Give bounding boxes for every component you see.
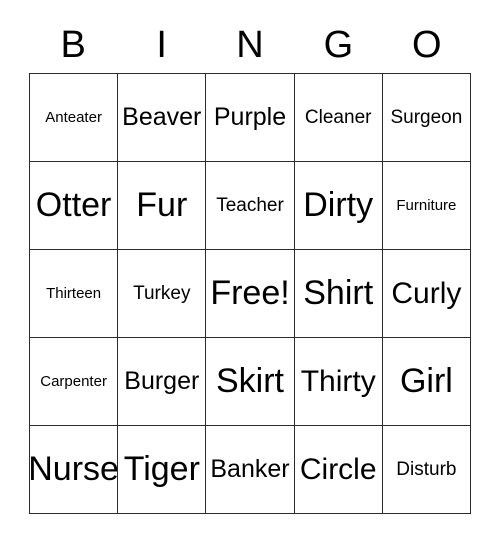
bingo-cell-label: Circle xyxy=(299,452,377,486)
bingo-cell-r4c4[interactable]: Thirty xyxy=(294,338,383,426)
bingo-cell-label: Curly xyxy=(391,276,462,310)
bingo-cell-label: Otter xyxy=(35,185,112,224)
bingo-cell-r1c4[interactable]: Cleaner xyxy=(294,74,383,162)
bingo-cell-label: Furniture xyxy=(396,196,457,214)
bingo-cell-label: Beaver xyxy=(122,103,202,132)
bingo-cell-r5c3[interactable]: Banker xyxy=(206,426,295,514)
bingo-cell-label: Turkey xyxy=(133,282,191,304)
bingo-cell-r2c1[interactable]: Otter xyxy=(30,162,119,250)
bingo-cell-label: Carpenter xyxy=(40,372,107,390)
bingo-cell-label: Teacher xyxy=(216,194,284,216)
bingo-cell-label: Shirt xyxy=(303,273,374,312)
bingo-header-letter-b: B xyxy=(60,23,86,66)
bingo-cell-label: Purple xyxy=(213,103,287,132)
bingo-cell-r4c5[interactable]: Girl xyxy=(382,338,471,426)
bingo-header-letter-i: I xyxy=(156,23,167,66)
bingo-cell-label: Cleaner xyxy=(304,106,372,128)
bingo-grid: Anteater Beaver Purple Cleaner Surgeon Otter F… xyxy=(29,73,471,514)
bingo-cell-label: Free! xyxy=(210,273,290,312)
bingo-cell-r5c1[interactable]: Nurse xyxy=(30,426,119,514)
bingo-cell-r3c5[interactable]: Curly xyxy=(382,250,471,338)
bingo-cell-label: Banker xyxy=(210,455,290,484)
bingo-cell-r1c2[interactable]: Beaver xyxy=(118,74,207,162)
bingo-cell-r1c5[interactable]: Surgeon xyxy=(382,74,471,162)
bingo-cell-r1c3[interactable]: Purple xyxy=(206,74,295,162)
bingo-cell-r5c4[interactable]: Circle xyxy=(294,426,383,514)
bingo-cell-r4c1[interactable]: Carpenter xyxy=(30,338,119,426)
bingo-cell-label: Nurse xyxy=(30,449,119,488)
bingo-cell-label: Thirty xyxy=(300,364,376,398)
bingo-cell-r2c5[interactable]: Furniture xyxy=(382,162,471,250)
bingo-cell-label: Fur xyxy=(136,185,188,224)
bingo-cell-r3c3[interactable]: Free! xyxy=(206,250,295,338)
bingo-cell-label: Tiger xyxy=(123,449,200,488)
bingo-cell-r4c3[interactable]: Skirt xyxy=(206,338,295,426)
bingo-cell-r2c2[interactable]: Fur xyxy=(118,162,207,250)
bingo-cell-label: Thirteen xyxy=(46,284,102,302)
bingo-cell-label: Disturb xyxy=(396,458,457,480)
bingo-cell-r3c1[interactable]: Thirteen xyxy=(30,250,119,338)
bingo-header: BINGO xyxy=(29,16,471,73)
bingo-cell-label: Surgeon xyxy=(390,106,463,128)
bingo-cell-r2c3[interactable]: Teacher xyxy=(206,162,295,250)
bingo-cell-r2c4[interactable]: Dirty xyxy=(294,162,383,250)
bingo-header-letter-o: O xyxy=(412,23,442,66)
bingo-cell-label: Skirt xyxy=(215,361,284,400)
bingo-card: B I N G O Anteater Beaver Purple Cleaner Surgeon… xyxy=(0,0,500,544)
bingo-cell-label: Anteater xyxy=(45,108,102,126)
bingo-cell-r5c5[interactable]: Disturb xyxy=(382,426,471,514)
bingo-cell-r3c4[interactable]: Shirt xyxy=(294,250,383,338)
bingo-cell-r4c2[interactable]: Burger xyxy=(118,338,207,426)
bingo-cell-label: Dirty xyxy=(303,185,374,224)
bingo-header-letter-n: N xyxy=(236,23,264,66)
bingo-cell-r5c2[interactable]: Tiger xyxy=(118,426,207,514)
bingo-cell-label: Burger xyxy=(124,367,200,396)
bingo-cell-r1c1[interactable]: Anteater xyxy=(30,74,119,162)
bingo-cell-label: Girl xyxy=(399,361,453,400)
bingo-header-letter-g: G xyxy=(323,23,354,66)
bingo-cell-r3c2[interactable]: Turkey xyxy=(118,250,207,338)
